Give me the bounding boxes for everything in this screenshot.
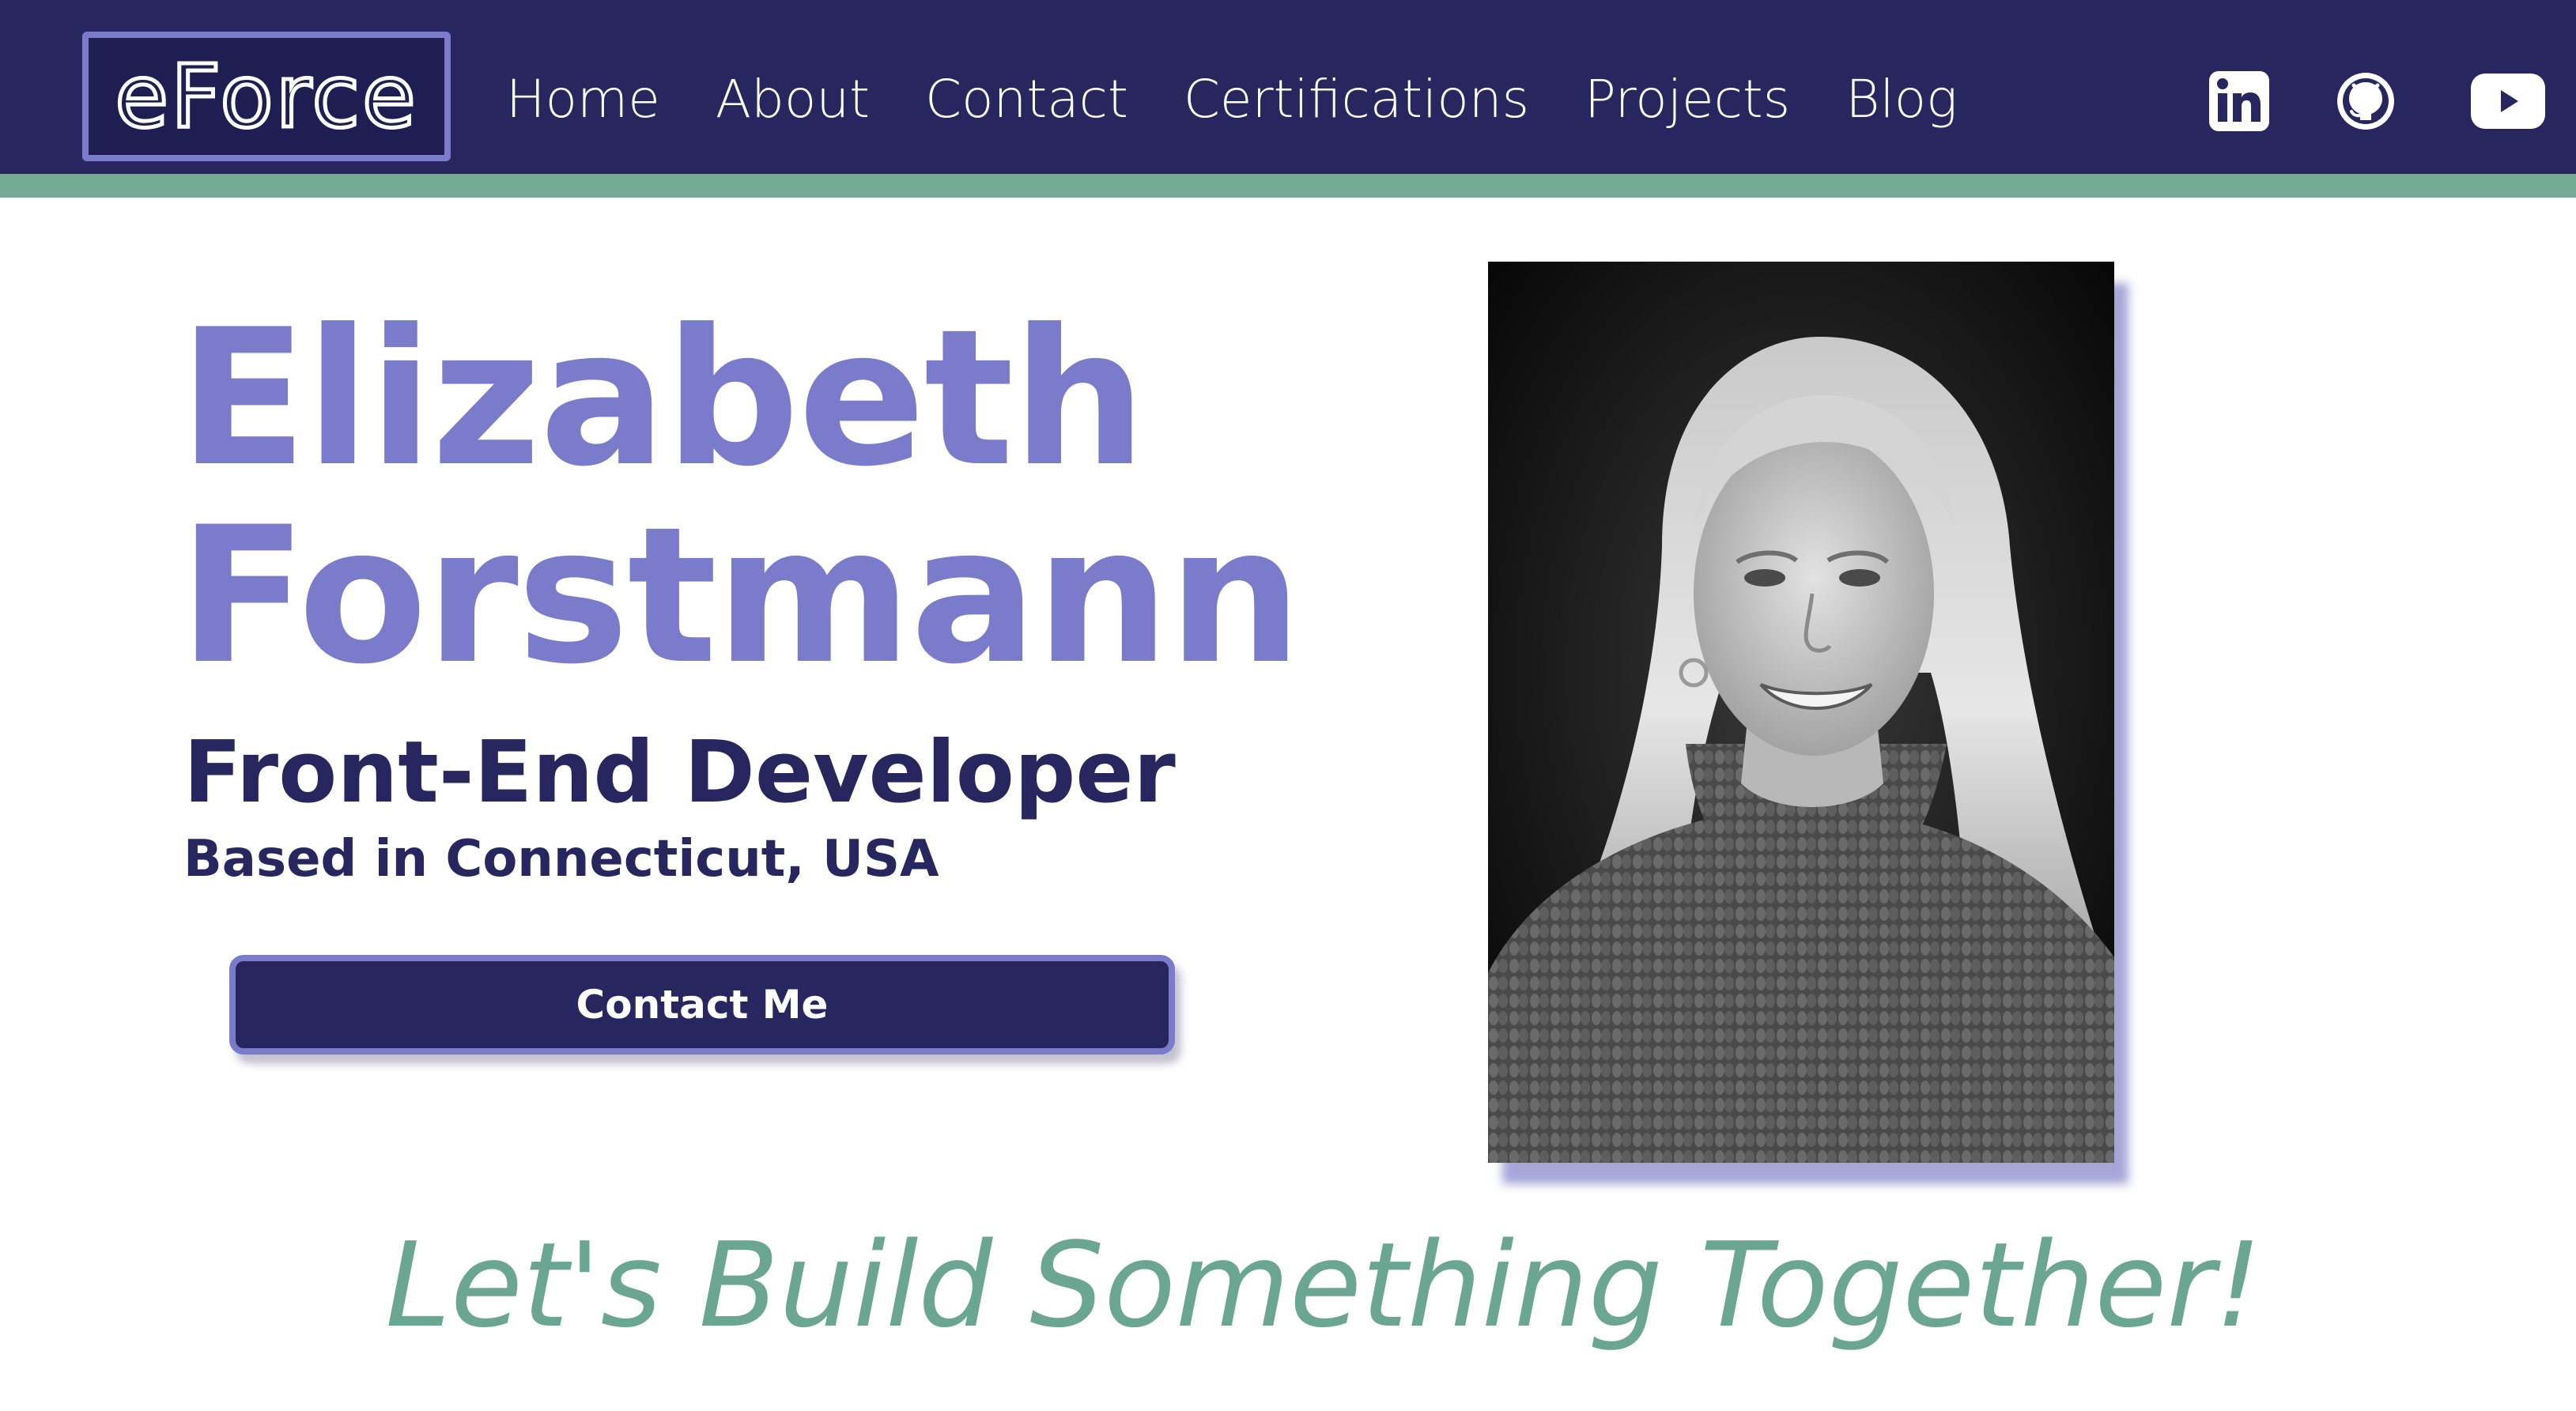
portrait-photo	[1488, 262, 2114, 1163]
hero-last-name: Forstmann	[179, 487, 1302, 706]
nav-link-projects[interactable]: Projects	[1585, 69, 1790, 130]
main-nav: Home About Contact Certifications Projec…	[506, 55, 2013, 142]
hero-name: Elizabeth Forstmann	[179, 300, 1302, 696]
nav-link-contact[interactable]: Contact	[925, 69, 1128, 130]
header-accent-stripe	[0, 174, 2576, 198]
hero-location: Based in Connecticut, USA	[183, 830, 939, 888]
hero-first-name: Elizabeth	[179, 289, 1146, 508]
tagline: Let's Build Something Together!	[385, 1217, 2262, 1353]
nav-link-about[interactable]: About	[716, 69, 870, 130]
nav-link-certifications[interactable]: Certifications	[1184, 69, 1529, 130]
linkedin-icon[interactable]	[2208, 70, 2271, 133]
nav-link-blog[interactable]: Blog	[1845, 69, 1958, 130]
logo-link[interactable]: eForce	[82, 32, 451, 161]
hero-role: Front-End Developer	[183, 723, 1176, 822]
github-icon[interactable]	[2334, 70, 2397, 133]
nav-link-home[interactable]: Home	[506, 69, 660, 130]
site-header: eForce Home About Contact Certifications…	[0, 0, 2576, 174]
youtube-icon[interactable]	[2470, 70, 2546, 133]
logo-text: eForce	[113, 46, 418, 147]
contact-me-button[interactable]: Contact Me	[229, 955, 1175, 1054]
